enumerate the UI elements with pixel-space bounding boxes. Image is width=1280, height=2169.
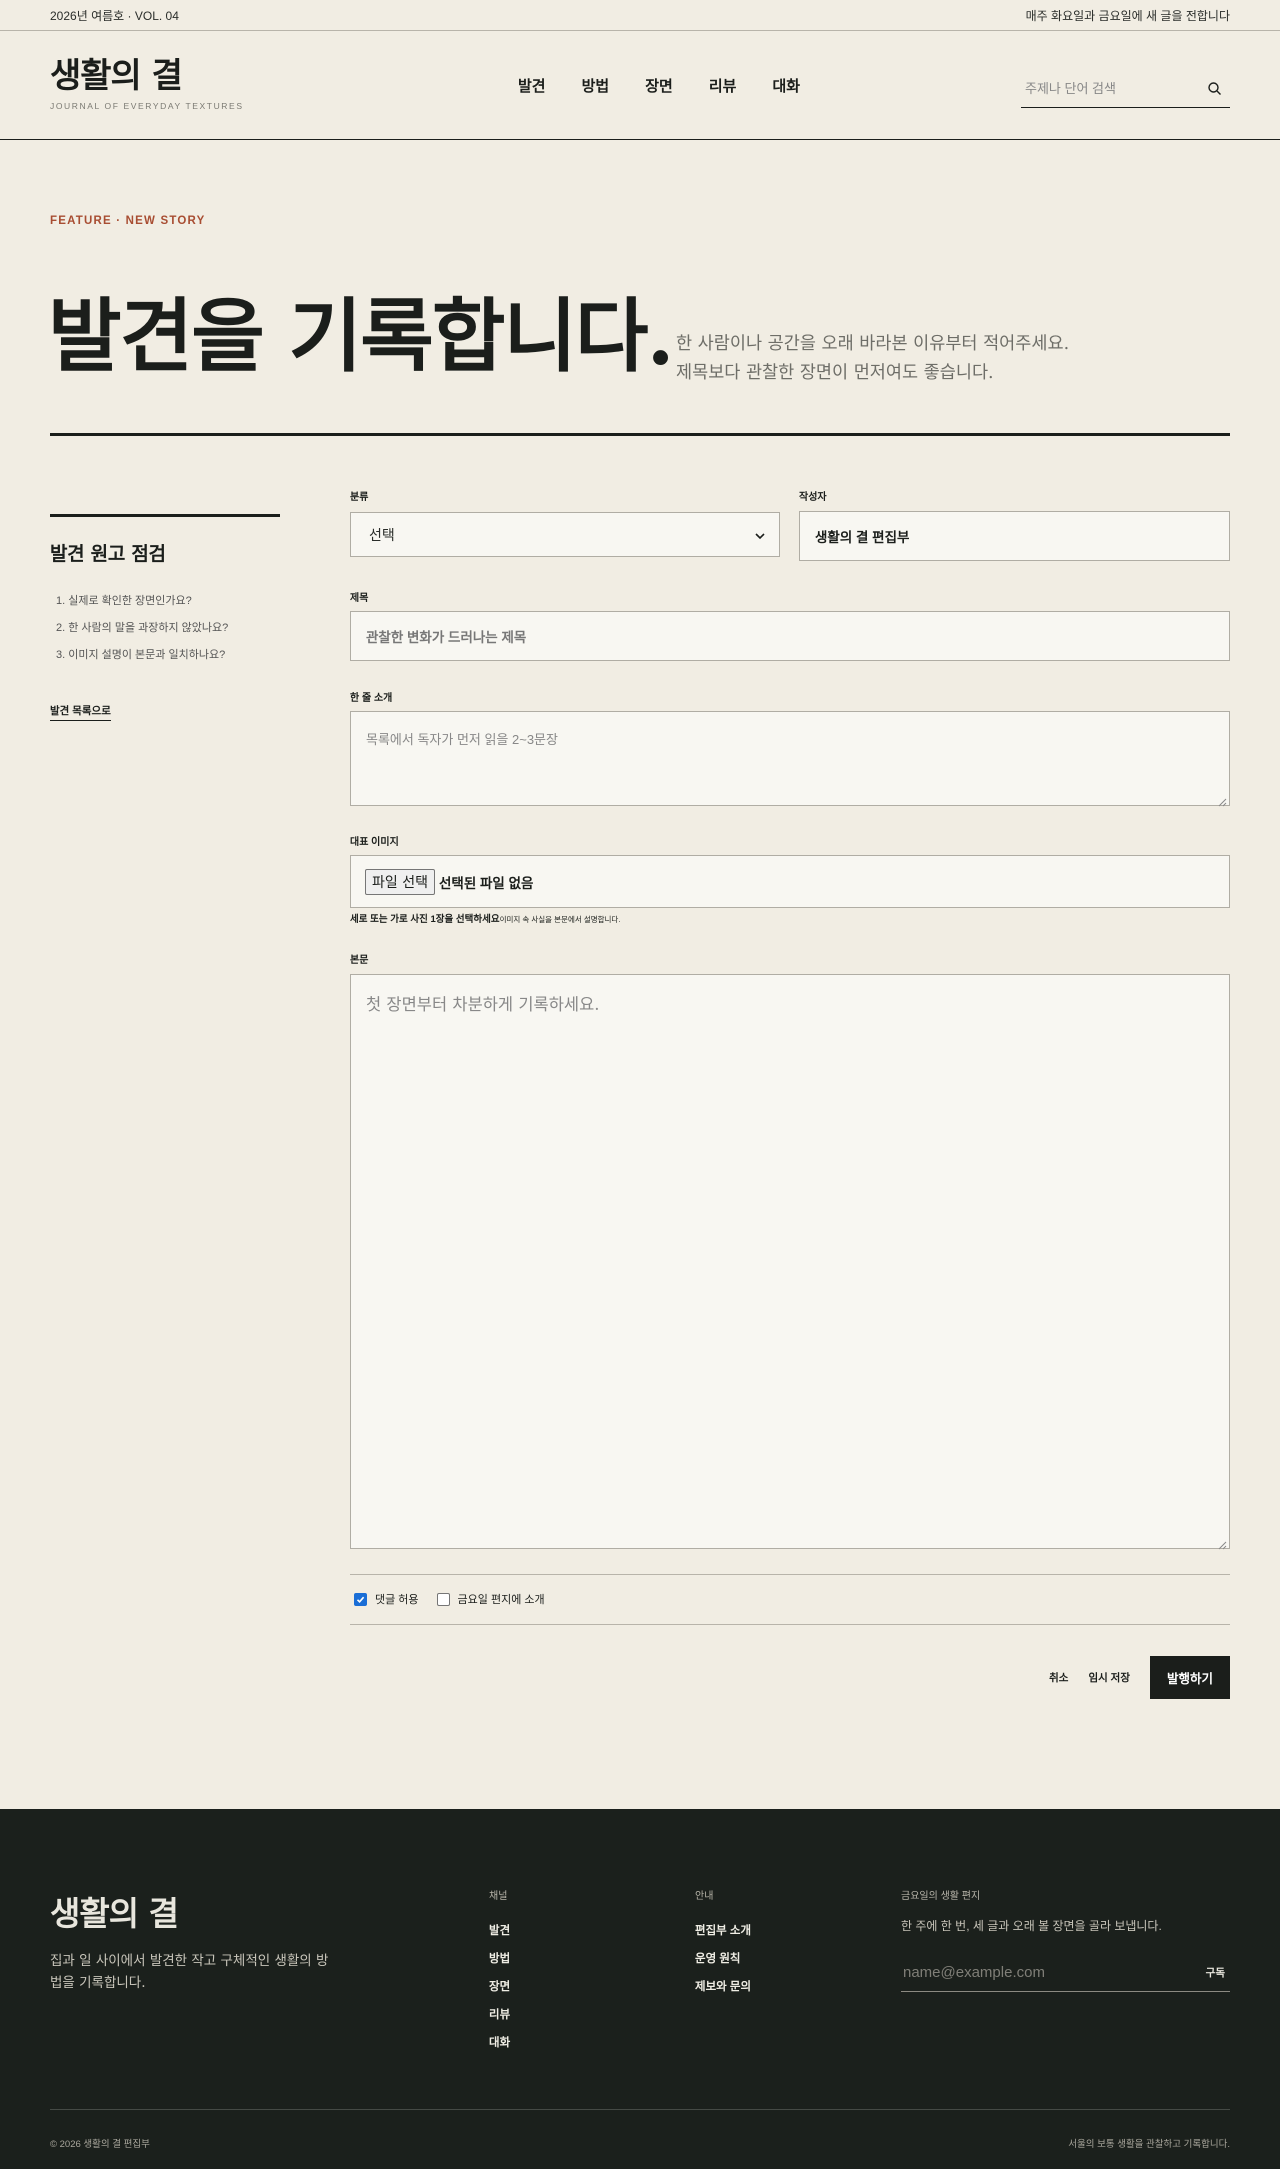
checklist: 1. 실제로 확인한 장면인가요? 2. 한 사람의 말을 과장하지 않았나요?…: [50, 588, 280, 669]
checklist-item: 3. 이미지 설명이 본문과 일치하나요?: [56, 649, 226, 661]
hero-divider: [50, 433, 1230, 436]
image-hint-note: 이미지 속 사실을 본문에서 설명합니다.: [499, 915, 621, 924]
checklist-item: 1. 실제로 확인한 장면인가요?: [56, 595, 192, 607]
footer-channels-title: 채널: [489, 1891, 508, 1902]
save-draft-button[interactable]: 임시 저장: [1088, 1670, 1130, 1685]
author-label: 작성자: [799, 492, 827, 503]
cancel-button[interactable]: 취소: [1049, 1670, 1068, 1685]
footer-link-contact[interactable]: 제보와 문의: [695, 1973, 751, 2001]
top-bar: 2026년 여름호 · VOL. 04 매주 화요일과 금요일에 새 글을 전합…: [0, 0, 1280, 31]
publish-button[interactable]: 발행하기: [1150, 1656, 1230, 1699]
summary-label: 한 줄 소개: [350, 693, 393, 704]
category-selected-value: 선택: [369, 526, 395, 543]
main-nav: 발견 방법 장면 리뷰 대화: [518, 75, 800, 96]
site-header: 생활의 결 JOURNAL OF EVERYDAY TEXTURES 발견 방법…: [0, 31, 1280, 140]
summary-placeholder: 목록에서 독자가 먼저 읽을 2~3문장: [366, 732, 558, 747]
nav-item-method[interactable]: 방법: [582, 75, 610, 96]
nav-item-scene[interactable]: 장면: [645, 75, 673, 96]
title-label: 제목: [350, 593, 369, 604]
nav-item-review[interactable]: 리뷰: [709, 75, 737, 96]
search-input[interactable]: [1021, 81, 1191, 96]
copyright: © 2026 생활의 결 편집부: [50, 2139, 150, 2150]
nav-item-discover[interactable]: 발견: [518, 75, 546, 96]
search-box: [1021, 70, 1230, 108]
title-placeholder: 관찰한 변화가 드러나는 제목: [366, 630, 527, 645]
footer-link-method[interactable]: 방법: [489, 1945, 510, 1973]
brand[interactable]: 생활의 결 JOURNAL OF EVERYDAY TEXTURES: [50, 59, 310, 111]
choose-file-button[interactable]: 파일 선택: [365, 868, 435, 895]
draft-checklist-sidebar: 발견 원고 점검 1. 실제로 확인한 장면인가요? 2. 한 사람의 말을 과…: [50, 514, 280, 721]
brand-title[interactable]: 생활의 결: [50, 59, 310, 93]
image-hint: 세로 또는 가로 사진 1장을 선택하세요이미지 속 사실을 본문에서 설명합니…: [350, 911, 620, 925]
subscribe-button[interactable]: 구독: [1206, 1965, 1225, 1980]
options-divider-bottom: [350, 1624, 1230, 1625]
footer-divider: [50, 2109, 1230, 2110]
resize-handle-icon[interactable]: [1218, 1537, 1227, 1550]
image-file-input[interactable]: 파일 선택 선택된 파일 없음: [350, 855, 1230, 908]
hero-description: 한 사람이나 공간을 오래 바라본 이유부터 적어주세요. 제목보다 관찰한 장…: [676, 330, 1196, 388]
body-label: 본문: [350, 955, 369, 966]
friday-letter-label[interactable]: 금요일 편지에 소개: [458, 1591, 545, 1607]
footer-brand[interactable]: 생활의 결: [50, 1887, 179, 1935]
footer-link-about[interactable]: 편집부 소개: [695, 1917, 751, 1945]
title-field[interactable]: 관찰한 변화가 드러나는 제목: [350, 611, 1230, 661]
form-actions: 취소 임시 저장 발행하기: [1049, 1656, 1230, 1699]
summary-textarea[interactable]: 목록에서 독자가 먼저 읽을 2~3문장: [350, 711, 1230, 807]
site-footer: 생활의 결 집과 일 사이에서 발견한 작고 구체적인 생활의 방법을 기록합니…: [0, 1809, 1280, 2169]
newsletter-email-input[interactable]: [901, 1964, 1151, 1981]
schedule-label: 매주 화요일과 금요일에 새 글을 전합니다: [1025, 8, 1230, 23]
nav-item-talk[interactable]: 대화: [772, 75, 800, 96]
friday-letter-checkbox[interactable]: [436, 1592, 450, 1606]
newsletter-form: 구독: [901, 1954, 1230, 1992]
image-hint-main: 세로 또는 가로 사진 1장을 선택하세요: [350, 914, 500, 925]
footer-link-principles[interactable]: 운영 원칙: [695, 1945, 751, 1973]
issue-label: 2026년 여름호 · VOL. 04: [50, 8, 179, 23]
footer-newsletter: 금요일의 생활 편지 한 주에 한 번, 세 글과 오래 볼 장면을 골라 보냅…: [901, 1887, 1230, 1992]
author-value: 생활의 결 편집부: [815, 530, 910, 545]
category-label: 분류: [350, 492, 369, 503]
checklist-item: 2. 한 사람의 말을 과장하지 않았나요?: [56, 622, 229, 634]
file-status: 선택된 파일 없음: [438, 875, 534, 891]
search-icon[interactable]: [1206, 80, 1224, 98]
footer-link-review[interactable]: 리뷰: [489, 2001, 510, 2029]
image-label: 대표 이미지: [350, 837, 399, 848]
body-textarea[interactable]: 첫 장면부터 차분하게 기록하세요.: [350, 974, 1230, 1550]
footer-description: 집과 일 사이에서 발견한 작고 구체적인 생활의 방법을 기록합니다.: [50, 1953, 329, 1991]
body-placeholder: 첫 장면부터 차분하게 기록하세요.: [366, 995, 600, 1014]
footer-link-talk[interactable]: 대화: [489, 2029, 510, 2057]
footer-guide-title: 안내: [695, 1891, 714, 1902]
allow-comments-checkbox[interactable]: [354, 1592, 367, 1606]
author-field[interactable]: 생활의 결 편집부: [799, 511, 1230, 561]
allow-comments-label[interactable]: 댓글 허용: [375, 1591, 419, 1607]
newsletter-title: 금요일의 생활 편지: [901, 1891, 981, 1902]
chevron-down-icon: [755, 527, 765, 543]
category-select[interactable]: 선택: [350, 512, 780, 557]
publish-options: 댓글 허용 금요일 편지에 소개: [354, 1591, 563, 1607]
footer-guide: 안내 편집부 소개 운영 원칙 제보와 문의: [695, 1887, 751, 2001]
hero-description-line-1: 한 사람이나 공간을 오래 바라본 이유부터 적어주세요.: [676, 334, 1070, 354]
footer-tagline: 서울의 보통 생활을 관찰하고 기록합니다.: [1068, 2139, 1230, 2150]
page-title: 발견을 기록합니다.: [48, 289, 675, 383]
feature-kicker: FEATURE · NEW STORY: [50, 215, 206, 227]
sidebar-title: 발견 원고 점검: [50, 543, 166, 565]
sidebar-divider: [50, 514, 280, 517]
options-divider-top: [350, 1574, 1230, 1575]
brand-subtitle: JOURNAL OF EVERYDAY TEXTURES: [50, 101, 244, 111]
back-to-list-link[interactable]: 발견 목록으로: [50, 703, 111, 721]
hero-description-line-2: 제목보다 관찰한 장면이 먼저여도 좋습니다.: [676, 363, 994, 383]
newsletter-description: 한 주에 한 번, 세 글과 오래 볼 장면을 골라 보냅니다.: [901, 1919, 1162, 1933]
footer-channels: 채널 발견 방법 장면 리뷰 대화: [489, 1887, 510, 2057]
footer-link-scene[interactable]: 장면: [489, 1973, 510, 2001]
footer-link-discover[interactable]: 발견: [489, 1917, 510, 1945]
resize-handle-icon[interactable]: [1218, 794, 1227, 807]
